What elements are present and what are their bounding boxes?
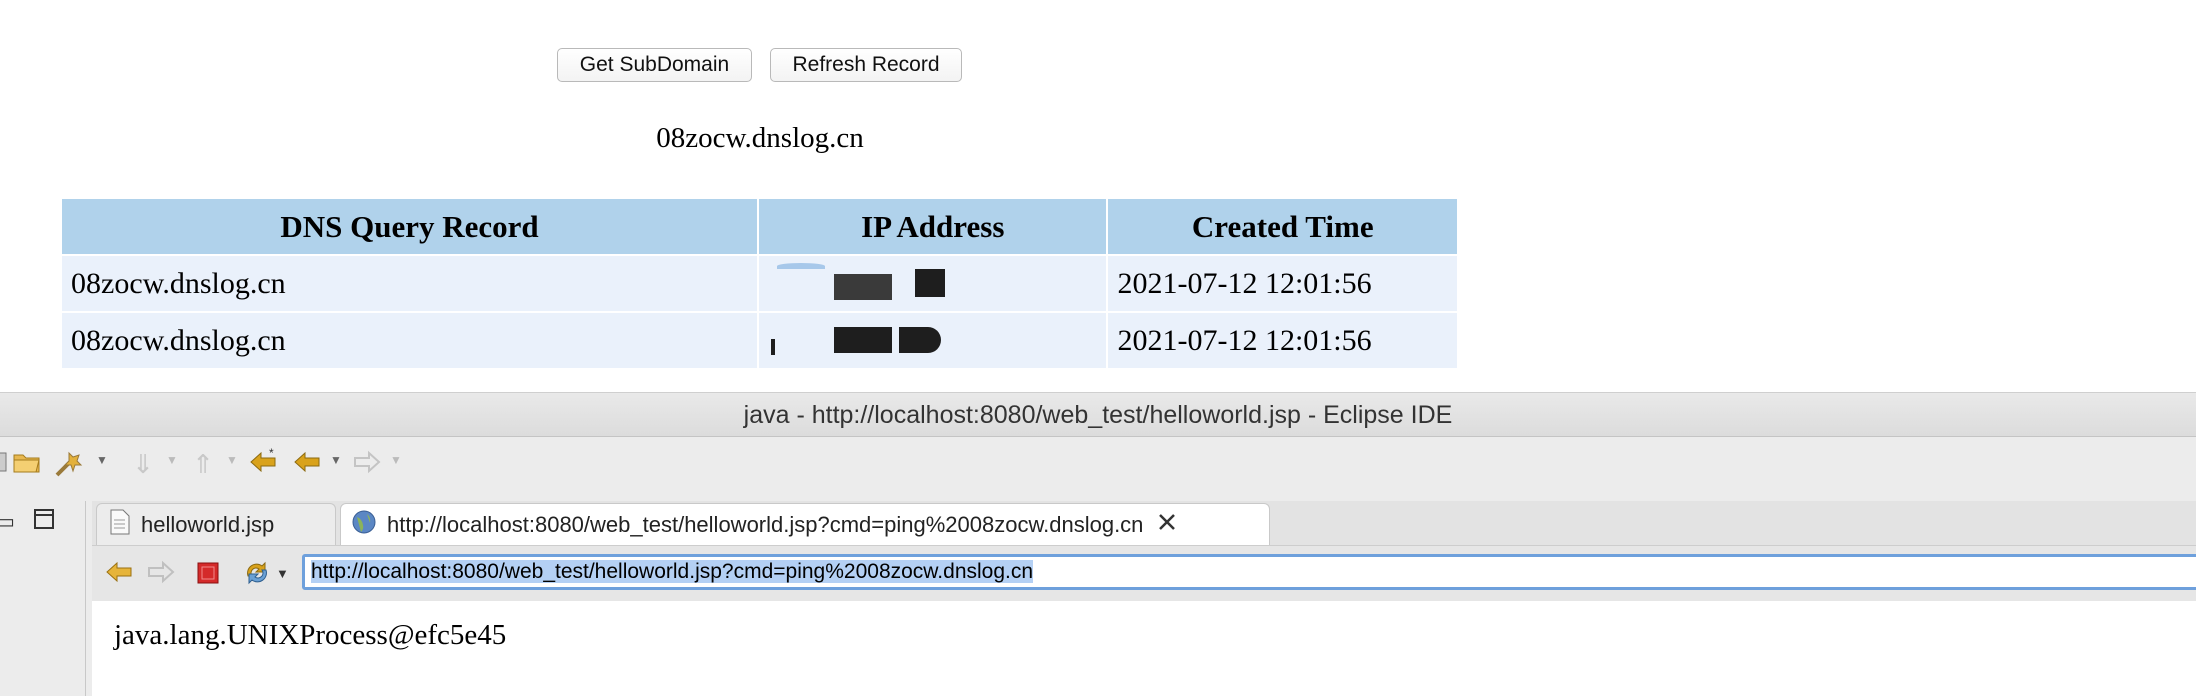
stop-icon[interactable]	[196, 561, 220, 590]
build-wand-icon[interactable]	[52, 447, 86, 481]
url-input[interactable]: http://localhost:8080/web_test/helloworl…	[302, 554, 2196, 590]
left-panel-strip: ▭	[0, 501, 86, 696]
table-header-row: DNS Query Record IP Address Created Time	[62, 199, 1457, 254]
chevron-down-icon: ▼	[390, 453, 402, 467]
back-arrow-icon[interactable]	[104, 558, 134, 591]
page-output-text: java.lang.UNIXProcess@efc5e45	[114, 619, 507, 651]
browser-content: java.lang.UNIXProcess@efc5e45	[92, 601, 2196, 696]
chevron-down-icon: ▼	[226, 453, 238, 467]
ip-address-cell-redacted	[759, 256, 1107, 311]
table-row: 08zocw.dnslog.cn 2021-07-12 12:01:56	[62, 313, 1457, 368]
chevron-down-icon[interactable]: ▼	[96, 453, 108, 467]
dns-record-cell: 08zocw.dnslog.cn	[62, 313, 757, 368]
dns-records-table: DNS Query Record IP Address Created Time…	[60, 197, 1459, 370]
chevron-down-icon: ▼	[166, 453, 178, 467]
forward-arrow-icon	[350, 447, 384, 481]
dnslog-page: Get SubDomain Refresh Record 08zocw.dnsl…	[0, 0, 2196, 390]
open-folder-icon[interactable]	[10, 447, 44, 481]
tab-label: helloworld.jsp	[141, 511, 275, 537]
jsp-file-icon	[109, 509, 131, 541]
dns-record-cell: 08zocw.dnslog.cn	[62, 256, 757, 311]
tab-browser-url[interactable]: http://localhost:8080/web_test/helloworl…	[340, 503, 1270, 545]
svg-text:*: *	[269, 447, 274, 460]
refresh-icon[interactable]	[242, 558, 272, 593]
created-time-cell: 2021-07-12 12:01:56	[1108, 313, 1457, 368]
next-annotation-icon: ⇓	[132, 449, 154, 479]
column-header-created-time: Created Time	[1108, 199, 1457, 254]
created-time-cell: 2021-07-12 12:01:56	[1108, 256, 1457, 311]
browser-toolbar: ▼ http://localhost:8080/web_test/hellowo…	[92, 545, 2196, 601]
ip-address-cell-redacted	[759, 313, 1107, 368]
globe-icon	[351, 509, 377, 541]
subdomain-text: 08zocw.dnslog.cn	[656, 122, 864, 154]
previous-annotation-icon: ⇑	[192, 449, 214, 479]
tab-helloworld-jsp[interactable]: helloworld.jsp	[96, 503, 336, 545]
back-arrow-icon[interactable]	[290, 447, 324, 481]
tab-label: http://localhost:8080/web_test/helloworl…	[387, 511, 1144, 537]
close-tab-icon[interactable]	[1157, 512, 1177, 538]
minimize-icon[interactable]: ▭	[0, 509, 15, 534]
table-row: 08zocw.dnslog.cn 2021-07-12 12:01:56	[62, 256, 1457, 311]
editor-tabbar: helloworld.jsp http://localhost:8080/web…	[92, 501, 2196, 545]
window-title: java - http://localhost:8080/web_test/he…	[0, 393, 2196, 437]
forward-arrow-icon	[146, 558, 176, 591]
refresh-record-button[interactable]: Refresh Record	[770, 48, 962, 82]
column-header-ip-address: IP Address	[759, 199, 1107, 254]
chevron-down-icon[interactable]: ▼	[276, 566, 289, 581]
get-subdomain-button[interactable]: Get SubDomain	[557, 48, 752, 82]
url-text: http://localhost:8080/web_test/helloworl…	[311, 560, 1034, 583]
last-edit-location-icon[interactable]: *	[246, 446, 280, 481]
eclipse-window: java - http://localhost:8080/web_test/he…	[0, 392, 2196, 696]
chevron-down-icon[interactable]: ▼	[330, 453, 342, 467]
main-toolbar: ▼ ⇓ ▼ ⇑ ▼ * ▼ ▼	[0, 437, 2196, 493]
column-header-dns-query-record: DNS Query Record	[62, 199, 757, 254]
maximize-icon[interactable]	[32, 507, 56, 536]
